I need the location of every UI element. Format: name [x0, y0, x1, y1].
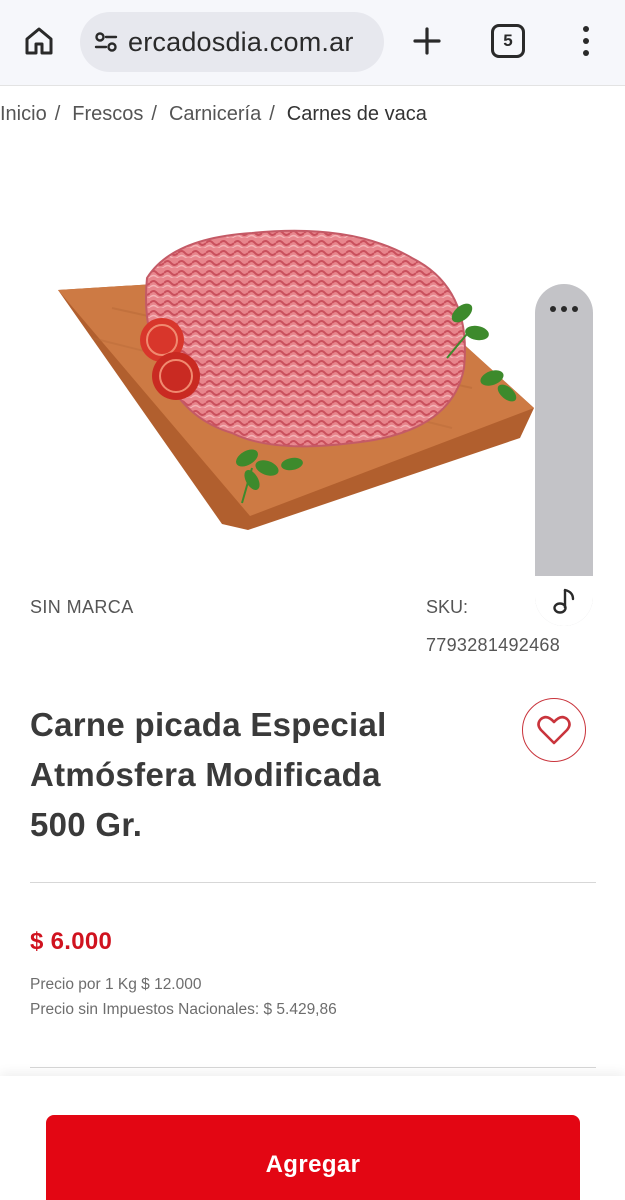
sku-label: SKU: [426, 597, 469, 617]
price-per-kg: Precio por 1 Kg $ 12.000 [30, 976, 202, 993]
divider [30, 882, 596, 883]
product-title-line: Carne picada Especial [30, 706, 387, 743]
site-settings-icon[interactable] [90, 26, 122, 58]
tabs-count-button[interactable]: 5 [491, 24, 525, 58]
product-image [52, 218, 542, 538]
price-without-taxes: Precio sin Impuestos Nacionales: $ 5.429… [30, 1001, 337, 1018]
browser-toolbar: ercadosdia.com.ar 5 [0, 0, 625, 86]
add-to-cart-button[interactable]: Agregar [46, 1115, 580, 1200]
product-title: Carne picada Especial Atmósfera Modifica… [30, 700, 470, 850]
music-note-icon[interactable] [535, 576, 593, 626]
sku-value: 7793281492468 [426, 635, 561, 655]
product-title-line: 500 Gr. [30, 806, 143, 843]
url-text[interactable]: ercadosdia.com.ar [128, 27, 354, 58]
breadcrumb-separator: / [54, 102, 61, 125]
product-price: $ 6.000 [30, 928, 113, 955]
breadcrumb-current: Carnes de vaca [286, 102, 427, 125]
product-brand: SIN MARCA [30, 597, 134, 617]
home-icon[interactable] [18, 20, 60, 62]
breadcrumb-frescos[interactable]: Frescos [72, 103, 143, 126]
breadcrumb-separator: / [269, 102, 275, 125]
address-bar[interactable]: ercadosdia.com.ar [80, 12, 384, 72]
breadcrumb-carniceria[interactable]: Carnicería [169, 103, 261, 126]
more-horiz-icon[interactable] [535, 306, 593, 312]
floating-side-panel[interactable] [535, 284, 593, 626]
more-vert-icon[interactable] [568, 18, 604, 64]
heart-icon [537, 715, 571, 745]
favorite-button[interactable] [522, 698, 586, 762]
breadcrumb: Inicio / Frescos / Carnicería / Carnes d… [0, 100, 427, 128]
divider [30, 1067, 596, 1068]
bottom-action-bar: Agregar [0, 1076, 625, 1200]
breadcrumb-inicio[interactable]: Inicio [0, 103, 47, 126]
breadcrumb-separator: / [151, 102, 157, 125]
new-tab-icon[interactable] [404, 18, 450, 64]
product-title-line: Atmósfera Modificada [30, 756, 381, 793]
